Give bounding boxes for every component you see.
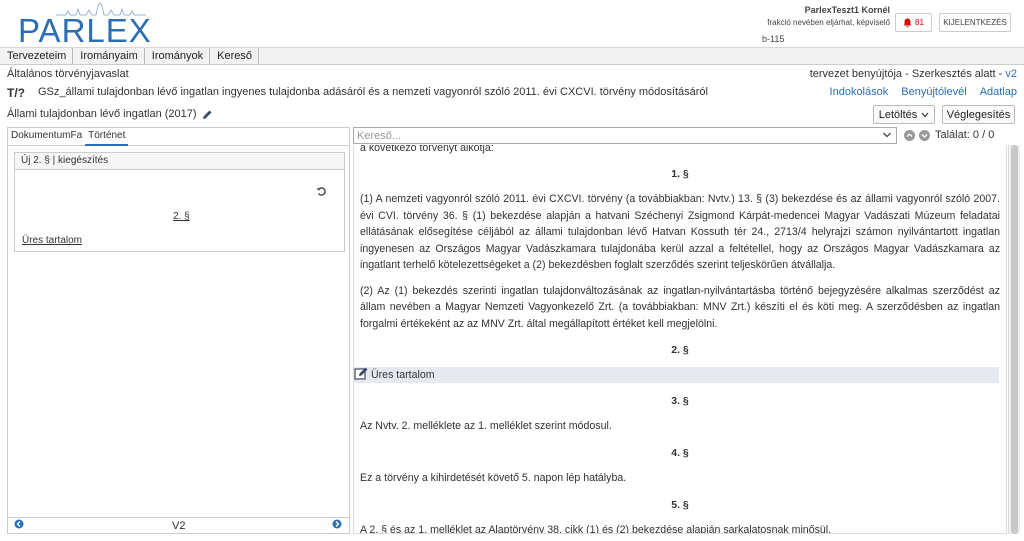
document-body: a következő törvényt alkotja: 1. § (1) A… [354,145,1000,534]
notifications-button[interactable]: 81 [895,13,932,32]
notification-count: 81 [915,18,924,27]
search-next-icon[interactable] [919,130,930,141]
previous-version-icon[interactable] [14,519,24,529]
version-label: V2 [172,520,186,532]
menu-item-tervezeteim[interactable]: Tervezeteim [0,48,74,64]
user-role: frakció nevében eljárhat, képviselő [767,18,890,27]
search-prev-icon[interactable] [904,130,915,141]
app-header: PARLEX ParlexTeszt1 Kornél frakció nevéb… [0,0,1024,49]
section-3-heading: 3. § [671,394,689,407]
chevron-down-icon [921,134,928,138]
adatlap-link[interactable]: Adatlap [980,86,1017,98]
logo-text: PARLEX [18,12,152,49]
chevron-down-icon [921,112,929,117]
document-code: T/? [7,86,25,100]
change-card-title: Új 2. § | kiegészítés [15,153,344,170]
parlex-logo[interactable]: PARLEX [8,2,151,49]
next-version-icon[interactable] [332,519,342,529]
section-1-heading: 1. § [671,167,689,180]
document-status: tervezet benyújtója - Szerkesztés alatt … [810,68,1017,80]
section-2-empty-row[interactable]: Üres tartalom [354,366,999,383]
menu-item-iromanyok[interactable]: Irományok [145,48,211,64]
document-text-panel: a következő törvényt alkotja: 1. § (1) A… [353,145,1007,534]
document-type: Általános törvényjavaslat [7,68,129,80]
document-title: GSz_állami tulajdonban lévő ingatlan ing… [38,86,708,98]
intro-text: a következő törvényt alkotja: [360,145,494,154]
change-para-link[interactable]: 2. § [173,211,190,222]
finalize-button[interactable]: Véglegesítés [942,105,1015,124]
history-panel: DokumentumFa Történet Új 2. § | kiegészí… [7,127,350,534]
search-input[interactable] [354,128,874,143]
status-text: tervezet benyújtója - Szerkesztés alatt … [809,68,1006,80]
pencil-icon[interactable] [202,109,213,120]
section-5-heading: 5. § [671,498,689,511]
edit-icon[interactable] [354,366,369,381]
menu-item-kereso[interactable]: Kereső [210,48,259,64]
scrollbar-thumb[interactable] [1011,145,1018,534]
download-label: Letöltés [878,108,918,121]
section-1-para-1: (1) A nemzeti vagyonról szóló 2011. évi … [360,193,1000,271]
chevron-up-icon [906,133,913,137]
change-card: Új 2. § | kiegészítés 2. § Üres tartalom [14,152,345,252]
document-scrollbar[interactable] [1008,145,1020,534]
bell-icon [903,18,912,27]
section-5-para: A 2. § és az 1. melléklet az Alaptörvény… [360,524,832,534]
version-navigator: V2 [8,517,349,533]
left-tabs: DokumentumFa Történet [8,128,349,146]
undo-icon[interactable] [316,186,327,197]
section-3-para: Az Nvtv. 2. melléklete az 1. melléklet s… [360,420,612,432]
benyujtolevel-link[interactable]: Benyújtólevél [901,86,966,98]
menu-item-iromanyaim[interactable]: Irományaim [73,48,145,64]
chevron-down-icon[interactable] [882,129,892,141]
document-links: Indokolások Benyújtólevél Adatlap [830,86,1017,98]
section-4-heading: 4. § [671,446,689,459]
subtitle-text: Állami tulajdonban lévő ingatlan (2017) [7,108,197,120]
section-4-para: Ez a törvény a kihirdetését követő 5. na… [360,472,627,484]
user-code: b-115 [762,34,785,44]
indokolasok-link[interactable]: Indokolások [830,86,889,98]
main-menu: Tervezeteim Irományaim Irományok Kereső [0,48,1024,65]
document-subtitle: Állami tulajdonban lévő ingatlan (2017) [7,108,213,120]
change-empty-link[interactable]: Üres tartalom [22,235,82,246]
user-info: ParlexTeszt1 Kornél frakció nevében eljá… [740,5,890,27]
section-2-empty-text: Üres tartalom [371,368,435,381]
tab-tortenet[interactable]: Történet [85,128,129,146]
section-1-para-2: (2) Az (1) bekezdés szerinti ingatlan tu… [360,284,1000,330]
tab-dokumentumfa[interactable]: DokumentumFa [8,128,85,146]
logout-button[interactable]: KIJELENTKEZÉS [939,13,1011,32]
version-link[interactable]: v2 [1005,68,1017,80]
user-name: ParlexTeszt1 Kornél [804,5,890,15]
section-2-heading: 2. § [671,344,689,356]
search-hits: Találat: 0 / 0 [935,129,995,141]
download-button[interactable]: Letöltés [873,105,935,124]
search-box [353,127,897,144]
